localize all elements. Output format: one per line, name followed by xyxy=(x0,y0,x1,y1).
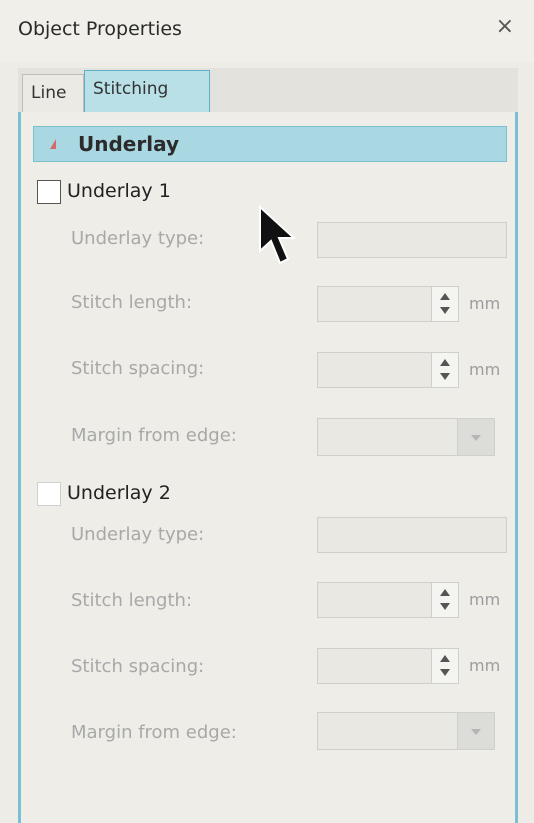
close-icon[interactable]: × xyxy=(496,14,514,39)
underlay-1-margin-dropdown[interactable] xyxy=(317,418,495,456)
chevron-down-icon[interactable] xyxy=(457,419,494,455)
underlay-2-checkbox[interactable] xyxy=(37,482,61,506)
underlay-2-margin-label: Margin from edge: xyxy=(71,722,237,743)
underlay-1-stitch-spacing-label: Stitch spacing: xyxy=(71,358,205,379)
underlay-2-label: Underlay 2 xyxy=(67,482,171,504)
underlay-1-stitch-spacing-stepper[interactable] xyxy=(317,352,459,388)
window-title: Object Properties xyxy=(18,18,182,40)
underlay-2-type-label: Underlay type: xyxy=(71,524,205,545)
underlay-1-label: Underlay 1 xyxy=(67,180,171,202)
spinner-icon[interactable] xyxy=(431,583,458,617)
underlay-1-stitch-length-unit: mm xyxy=(469,294,501,313)
tab-line[interactable]: Line xyxy=(22,74,84,112)
spinner-icon[interactable] xyxy=(431,287,458,321)
underlay-1-margin-label: Margin from edge: xyxy=(71,425,237,446)
underlay-2-stitch-spacing-label: Stitch spacing: xyxy=(71,656,205,677)
underlay-2-stitch-spacing-unit: mm xyxy=(469,656,501,675)
underlay-1-stitch-length-label: Stitch length: xyxy=(71,292,193,313)
title-bar: Object Properties × xyxy=(0,0,534,62)
spinner-icon[interactable] xyxy=(431,353,458,387)
chevron-down-icon[interactable] xyxy=(457,713,494,749)
underlay-1-checkbox[interactable] xyxy=(37,180,61,204)
underlay-1-stitch-spacing-unit: mm xyxy=(469,360,501,379)
underlay-2-stitch-length-label: Stitch length: xyxy=(71,590,193,611)
section-title: Underlay xyxy=(78,132,179,156)
spinner-icon[interactable] xyxy=(431,649,458,683)
tab-stitching[interactable]: Stitching xyxy=(84,70,210,112)
underlay-2-margin-dropdown[interactable] xyxy=(317,712,495,750)
underlay-2-stitch-length-stepper[interactable] xyxy=(317,582,459,618)
tab-strip: Line Stitching xyxy=(18,68,518,113)
underlay-section-header[interactable]: Underlay xyxy=(33,126,507,162)
underlay-2-stitch-length-unit: mm xyxy=(469,590,501,609)
underlay-2-type-field[interactable] xyxy=(317,517,507,553)
underlay-2-stitch-spacing-stepper[interactable] xyxy=(317,648,459,684)
object-properties-window: Object Properties × Line Stitching Under… xyxy=(0,0,534,823)
underlay-1-stitch-length-stepper[interactable] xyxy=(317,286,459,322)
underlay-1-type-label: Underlay type: xyxy=(71,228,205,249)
expand-triangle-icon xyxy=(50,139,56,149)
mouse-pointer-icon xyxy=(259,205,297,265)
underlay-1-type-field[interactable] xyxy=(317,222,507,258)
